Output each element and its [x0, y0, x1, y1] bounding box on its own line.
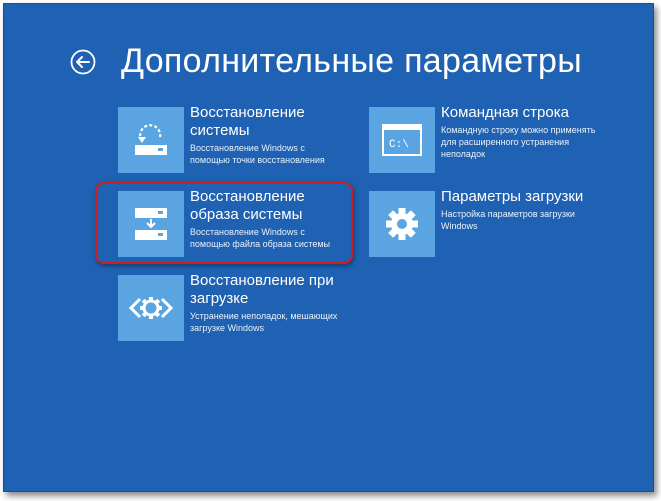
command-prompt-icon-text: C:\	[389, 139, 409, 151]
image-restore-icon	[118, 191, 184, 257]
back-button[interactable]	[70, 49, 96, 75]
tile-description: Восстановление Windows с помощью файла о…	[190, 227, 331, 249]
tile-system-image-recovery[interactable]: Восстановление образа системы Восстановл…	[118, 188, 331, 257]
tile-description: Устранение неполадок, мешающих загрузке …	[190, 311, 338, 333]
tile-description: Командную строку можно применять для рас…	[441, 125, 596, 159]
tile-startup-settings[interactable]: Параметры загрузки Настройка параметров …	[369, 188, 584, 257]
tile-title: Восстановление образа системы	[190, 188, 305, 223]
tile-system-restore[interactable]: Восстановление системы Восстановление Wi…	[118, 104, 325, 173]
startup-repair-icon	[118, 275, 184, 341]
tile-title: Командная строка	[441, 104, 569, 121]
system-restore-icon	[118, 107, 184, 173]
tile-command-prompt[interactable]: C:\ Командная строка Командную строку мо…	[369, 104, 596, 173]
advanced-options-screen: Дополнительные параметры Восстановление …	[3, 3, 654, 492]
tile-title: Восстановление системы	[190, 104, 305, 139]
tile-title: Восстановление при загрузке	[190, 272, 334, 307]
command-prompt-icon: C:\	[369, 107, 435, 173]
tile-title: Параметры загрузки	[441, 188, 584, 205]
page-title: Дополнительные параметры	[121, 42, 583, 80]
tile-startup-repair[interactable]: Восстановление при загрузке Устранение н…	[118, 272, 338, 341]
gear-icon	[369, 191, 435, 257]
back-arrow-icon	[70, 49, 96, 75]
tile-description: Восстановление Windows с помощью точки в…	[190, 143, 325, 165]
tile-description: Настройка параметров загрузки Windows	[441, 209, 575, 231]
